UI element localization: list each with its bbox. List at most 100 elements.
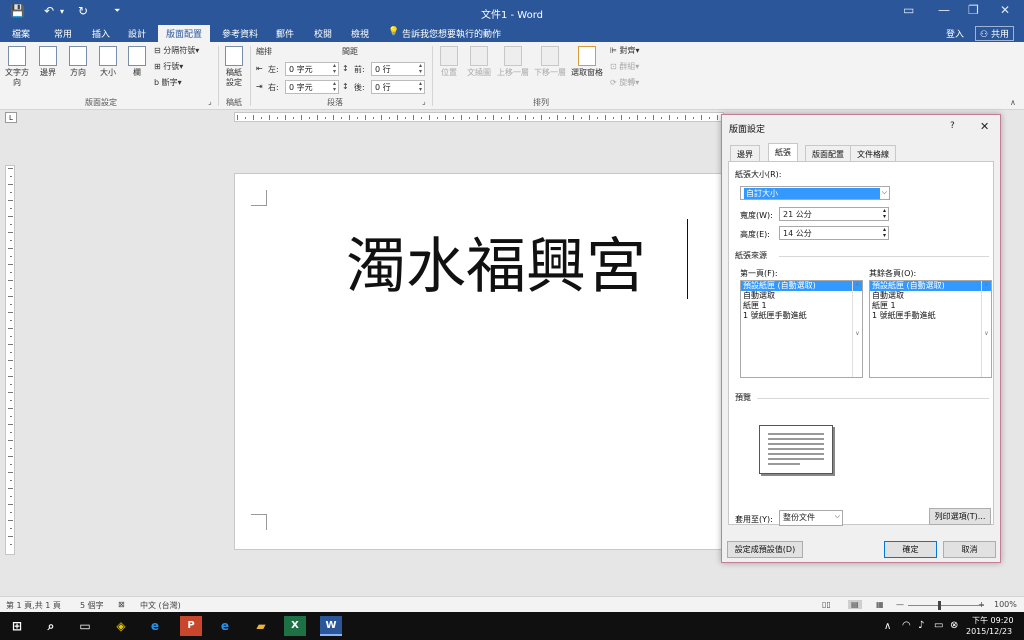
wrap-text-button[interactable]: 文繞圖 xyxy=(466,46,492,78)
disconnect-icon[interactable]: ⊗ xyxy=(950,620,958,631)
tab-margins[interactable]: 邊界 xyxy=(730,145,760,161)
spinner-arrows-icon[interactable]: ▴ ▾ xyxy=(883,208,886,220)
sign-in-link[interactable]: 登入 xyxy=(946,27,964,40)
minimize-icon[interactable]: — xyxy=(938,3,950,17)
vertical-ruler[interactable] xyxy=(5,165,15,555)
selection-pane-button[interactable]: 選取窗格 xyxy=(570,46,604,78)
task-view-icon[interactable]: ▭ xyxy=(74,616,96,636)
zoom-out-icon[interactable]: — xyxy=(896,600,904,609)
hyphenation-button[interactable]: b 斷字▾ xyxy=(154,78,182,88)
spacing-before-spinner[interactable]: 0 行 ▴ ▾ xyxy=(371,62,425,76)
scrollbar[interactable]: ∧ ∨ xyxy=(852,281,862,377)
draft-paper-button[interactable]: 稿紙設定 xyxy=(223,46,245,88)
scrollbar[interactable]: ∧ ∨ xyxy=(981,281,991,377)
other-pages-tray-list[interactable]: 預設紙匣 (自動選取) 自動選取 紙匣 1 1 號紙匣手動進紙 ∧ ∨ xyxy=(869,280,992,378)
chevron-up-icon[interactable]: ∧ xyxy=(855,281,859,288)
cancel-button[interactable]: 取消 xyxy=(943,541,996,558)
page-count[interactable]: 第 1 頁,共 1 頁 xyxy=(6,600,61,611)
margins-button[interactable]: 邊界 xyxy=(36,46,60,78)
tab-layout[interactable]: 版面配置 xyxy=(158,25,211,42)
line-numbers-button[interactable]: ⊞ 行號▾ xyxy=(154,62,183,72)
tab-mailings[interactable]: 郵件 xyxy=(276,27,294,40)
read-mode-icon[interactable]: ▯▯ xyxy=(822,600,831,609)
internet-explorer-icon[interactable]: e xyxy=(214,616,236,636)
help-icon[interactable]: ? xyxy=(950,121,955,131)
indent-right-spinner[interactable]: 0 字元 ▴ ▾ xyxy=(285,80,339,94)
tab-view[interactable]: 檢視 xyxy=(351,27,369,40)
tab-paper[interactable]: 紙張 xyxy=(768,143,798,161)
excel-icon[interactable]: X xyxy=(284,616,306,636)
list-item[interactable]: 1 號紙匣手動進紙 xyxy=(870,311,991,321)
columns-button[interactable]: 欄 xyxy=(126,46,148,78)
text-direction-button[interactable]: 文字方向 xyxy=(4,46,30,88)
send-backward-button[interactable]: 下移一層 xyxy=(533,46,567,78)
ok-button[interactable]: 確定 xyxy=(884,541,937,558)
size-button[interactable]: 大小 xyxy=(96,46,120,78)
zoom-level[interactable]: 100% xyxy=(994,600,1017,609)
tab-insert[interactable]: 插入 xyxy=(92,27,110,40)
list-item[interactable]: 預設紙匣 (自動選取) xyxy=(870,281,991,291)
tab-home[interactable]: 常用 xyxy=(54,27,72,40)
first-page-tray-list[interactable]: 預設紙匣 (自動選取) 自動選取 紙匣 1 1 號紙匣手動進紙 ∧ ∨ xyxy=(740,280,863,378)
bring-forward-button[interactable]: 上移一層 xyxy=(496,46,530,78)
word-icon[interactable]: W xyxy=(320,616,342,636)
wifi-icon[interactable]: ◠ xyxy=(902,620,911,631)
app-icon[interactable]: ◈ xyxy=(110,616,132,636)
rotate-button[interactable]: ⟳ 旋轉▾ xyxy=(610,78,639,88)
word-count[interactable]: 5 個字 xyxy=(80,600,104,611)
ribbon-display-options-icon[interactable]: ▭ xyxy=(903,3,914,17)
tab-review[interactable]: 校閱 xyxy=(314,27,332,40)
collapse-ribbon-icon[interactable]: ∧ xyxy=(1010,98,1016,107)
group-button[interactable]: ⊡ 群組▾ xyxy=(610,62,639,72)
width-field[interactable]: 21 公分 ▴ ▾ xyxy=(779,207,889,221)
tab-layout-dialog[interactable]: 版面配置 xyxy=(805,145,851,161)
dialog-close-icon[interactable]: ✕ xyxy=(980,120,989,133)
start-icon[interactable]: ⊞ xyxy=(6,616,28,636)
list-item[interactable]: 紙匣 1 xyxy=(870,301,991,311)
list-item[interactable]: 自動選取 xyxy=(870,291,991,301)
page-setup-launcher-icon[interactable]: ⌟ xyxy=(208,97,212,106)
chevron-up-icon[interactable]: ∧ xyxy=(984,281,988,288)
tab-file[interactable]: 檔案 xyxy=(12,27,30,40)
message-icon[interactable]: ▭ xyxy=(934,620,943,631)
breaks-button[interactable]: ⊟ 分隔符號▾ xyxy=(154,46,199,56)
search-icon[interactable]: ⌕ xyxy=(40,616,62,636)
position-button[interactable]: 位置 xyxy=(437,46,461,78)
volume-icon[interactable]: ♪ xyxy=(918,620,924,631)
tell-me-box[interactable]: 告訴我您想要執行的動作 xyxy=(402,27,501,40)
zoom-slider-thumb[interactable] xyxy=(938,601,941,610)
orientation-button[interactable]: 方向 xyxy=(66,46,90,78)
tab-document-grid[interactable]: 文件格線 xyxy=(850,145,896,161)
clock-time[interactable]: 下午 09:20 xyxy=(972,615,1014,626)
clock-date[interactable]: 2015/12/23 xyxy=(966,627,1012,636)
print-layout-icon[interactable]: ▤ xyxy=(848,600,862,609)
horizontal-ruler[interactable] xyxy=(234,112,724,122)
list-item[interactable]: 紙匣 1 xyxy=(741,301,862,311)
document-page[interactable]: 濁水福興宮 xyxy=(234,173,724,550)
apply-to-dropdown[interactable]: 整份文件 ⌵ xyxy=(779,510,843,526)
tab-selector[interactable]: L xyxy=(5,112,17,123)
close-icon[interactable]: ✕ xyxy=(1000,3,1010,17)
file-explorer-icon[interactable]: ▰ xyxy=(250,616,272,636)
tab-design[interactable]: 設計 xyxy=(128,27,146,40)
list-item[interactable]: 自動選取 xyxy=(741,291,862,301)
zoom-slider[interactable] xyxy=(908,605,984,606)
language-indicator[interactable]: 中文 (台灣) xyxy=(140,600,181,611)
show-hidden-icons-icon[interactable]: ∧ xyxy=(884,621,891,632)
share-button[interactable]: ⚇ 共用 xyxy=(975,26,1014,41)
proofing-icon[interactable]: ⊠ xyxy=(118,600,125,609)
height-field[interactable]: 14 公分 ▴ ▾ xyxy=(779,226,889,240)
print-options-button[interactable]: 列印選項(T)... xyxy=(929,508,991,525)
document-text[interactable]: 濁水福興宮 xyxy=(346,218,646,305)
spacing-after-spinner[interactable]: 0 行 ▴ ▾ xyxy=(371,80,425,94)
chevron-down-icon[interactable]: ∨ xyxy=(855,330,859,337)
set-as-default-button[interactable]: 設定成預設值(D) xyxy=(727,541,803,558)
indent-left-spinner[interactable]: 0 字元 ▴ ▾ xyxy=(285,62,339,76)
maximize-icon[interactable]: ❐ xyxy=(968,3,979,17)
edge-icon[interactable]: e xyxy=(144,616,166,636)
spinner-arrows-icon[interactable]: ▴ ▾ xyxy=(883,227,886,239)
web-layout-icon[interactable]: ▦ xyxy=(876,600,884,609)
tab-references[interactable]: 參考資料 xyxy=(222,27,258,40)
zoom-in-icon[interactable]: + xyxy=(978,600,985,609)
powerpoint-icon[interactable]: P xyxy=(180,616,202,636)
